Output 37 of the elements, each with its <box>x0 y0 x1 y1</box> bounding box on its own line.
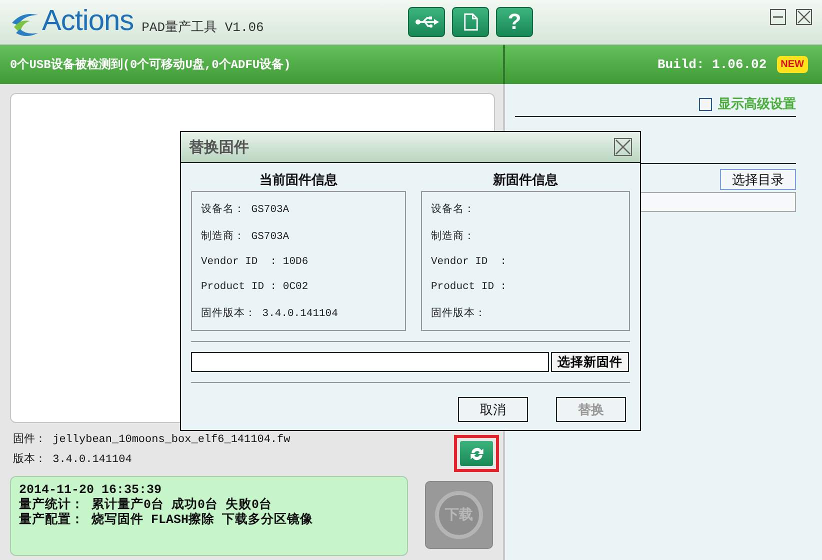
log-line: 量产统计： 累计量产0台 成功0台 失败0台 <box>19 498 274 512</box>
device-status: 0个USB设备被检测到(0个可移动U盘,0个ADFU设备) <box>10 56 291 73</box>
build-number: Build: 1.06.02 <box>657 56 767 72</box>
usb-button[interactable] <box>408 6 445 37</box>
firmware-path-field[interactable] <box>191 352 549 372</box>
select-directory-button[interactable]: 选择目录 <box>720 169 796 190</box>
info-row-text: 固件版本： <box>431 306 487 320</box>
app-title: PAD量产工具 V1.06 <box>142 18 264 36</box>
minimize-button[interactable] <box>770 8 786 25</box>
info-row-text: Product ID : <box>431 281 508 293</box>
swap-firmware-button[interactable] <box>460 441 493 466</box>
firmware-info: 版本： 3.4.0.141104 <box>13 452 133 466</box>
cancel-button[interactable]: 取消 <box>458 397 528 422</box>
choose-firmware-button[interactable]: 选择新固件 <box>551 352 629 372</box>
new-badge: NEW <box>776 56 808 73</box>
panel-heading: 新固件信息 <box>493 172 558 190</box>
info-row-text: 设备名： <box>431 202 476 216</box>
log-line: 2014-11-20 16:35:39 <box>19 483 163 497</box>
close-button[interactable] <box>796 8 812 25</box>
checkbox[interactable] <box>699 98 712 110</box>
info-row-text: Product ID : 0C02 <box>201 281 310 293</box>
document-icon <box>464 12 478 31</box>
close-button[interactable] <box>614 138 632 156</box>
info-row-text: 制造商： <box>431 229 476 243</box>
info-row-text: 设备名： GS703A <box>201 202 290 216</box>
document-button[interactable] <box>452 6 489 37</box>
info-row-text: Vendor ID : <box>431 256 508 268</box>
info-row-text: 制造商： GS703A <box>201 229 290 243</box>
info-row-text: Vendor ID : 10D6 <box>201 256 310 268</box>
advanced-settings-label: 显示高级设置 <box>718 96 796 113</box>
logo-text: Actions <box>42 5 134 38</box>
info-row-text: 固件版本： 3.4.0.141104 <box>201 306 339 320</box>
firmware-info: 固件： jellybean_10moons_box_elf6_141104.fw <box>13 432 290 446</box>
panel-heading: 当前固件信息 <box>260 172 338 190</box>
log-line: 量产配置： 烧写固件 FLASH擦除 下载多分区镜像 <box>19 513 314 528</box>
dialog-title: 替换固件 <box>189 138 249 156</box>
usb-icon <box>414 16 438 28</box>
